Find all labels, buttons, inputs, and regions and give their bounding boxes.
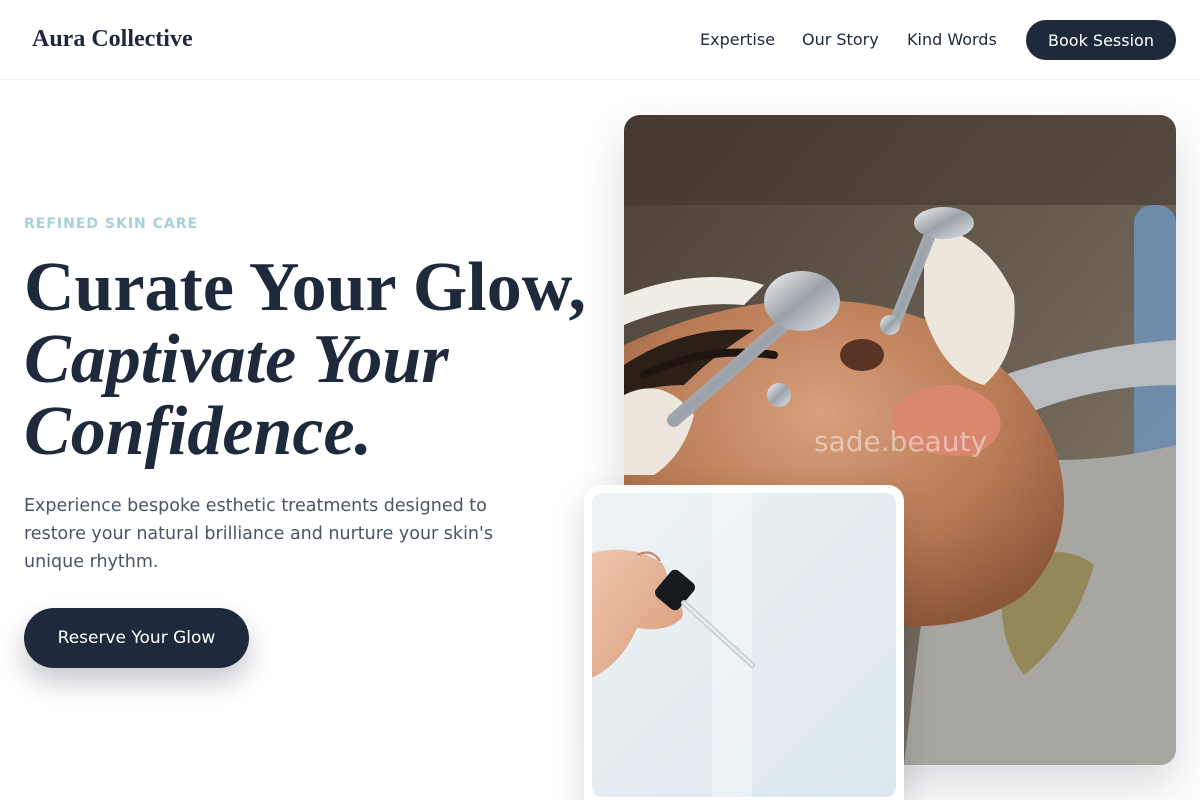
headline-line-2: Captivate Your — [24, 321, 449, 398]
site-header: Aura Collective Expertise Our Story Kind… — [0, 0, 1200, 80]
brand-logo[interactable]: Aura Collective — [32, 26, 193, 53]
photo-watermark: sade.beauty — [814, 425, 988, 458]
hero-eyebrow: REFINED SKIN CARE — [24, 216, 199, 232]
nav-link-kind-words[interactable]: Kind Words — [907, 30, 997, 49]
nav-link-expertise[interactable]: Expertise — [700, 30, 775, 49]
nav-link-our-story[interactable]: Our Story — [802, 30, 879, 49]
reserve-glow-button[interactable]: Reserve Your Glow — [24, 608, 249, 668]
book-session-button[interactable]: Book Session — [1026, 20, 1176, 60]
headline-line-1: Curate Your Glow, — [24, 249, 586, 326]
serum-dropper-illustration — [592, 493, 896, 797]
hero-description: Experience bespoke esthetic treatments d… — [24, 496, 493, 572]
headline-line-3: Confidence. — [24, 393, 373, 470]
serum-dropper-photo — [592, 493, 896, 797]
hero-headline: Curate Your Glow, Captivate Your Confide… — [24, 252, 604, 468]
serum-dropper-card — [584, 485, 904, 800]
